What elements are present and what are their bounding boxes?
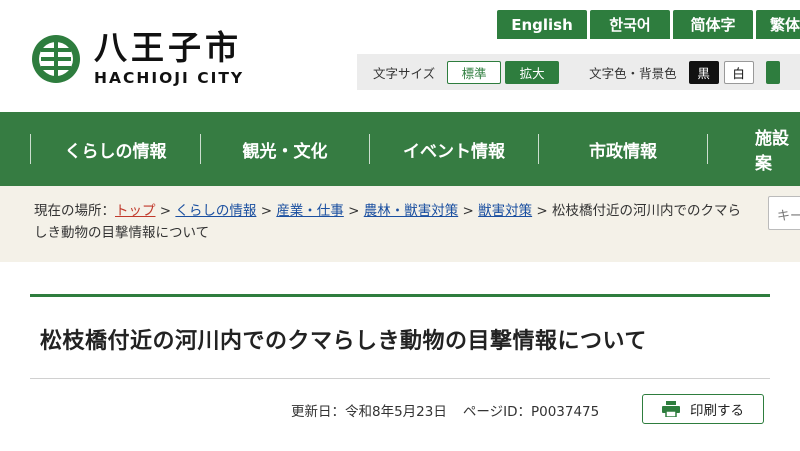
print-button[interactable]: 印刷する xyxy=(642,394,764,424)
nav-item-living[interactable]: くらしの情報 xyxy=(31,112,200,186)
breadcrumb-separator: > xyxy=(260,203,273,219)
breadcrumb-prefix: 現在の場所： xyxy=(34,203,115,219)
page-id: ページID：P0037475 xyxy=(462,404,600,420)
breadcrumb-separator: > xyxy=(159,203,172,219)
breadcrumb-link-industry[interactable]: 産業・仕事 xyxy=(276,203,344,219)
logo-english: HACHIOJI CITY xyxy=(94,69,245,87)
color-black-button[interactable]: 黒 xyxy=(688,60,719,84)
color-white-button[interactable]: 白 xyxy=(723,60,754,84)
breadcrumb-separator: > xyxy=(348,203,360,219)
accessibility-toolbar: 文字サイズ 標準 拡大 文字色・背景色 黒 白 xyxy=(357,54,800,90)
language-bar: English 한국어 简体字 繁体 xyxy=(497,10,800,39)
font-size-large-button[interactable]: 拡大 xyxy=(505,60,560,84)
breadcrumb: 現在の場所：トップ > くらしの情報 > 産業・仕事 > 農林・獣害対策 > 獣… xyxy=(34,200,749,244)
breadcrumb-link-wildlife-damage[interactable]: 獣害対策 xyxy=(478,203,532,219)
print-button-label: 印刷する xyxy=(690,403,744,419)
hachioji-emblem-icon xyxy=(32,35,80,83)
printer-icon xyxy=(662,401,680,417)
breadcrumb-link-agriculture[interactable]: 農林・獣害対策 xyxy=(364,203,459,219)
nav-item-facilities[interactable]: 施設案 xyxy=(708,112,800,186)
nav-item-tourism[interactable]: 観光・文化 xyxy=(201,112,369,186)
breadcrumb-link-living[interactable]: くらしの情報 xyxy=(175,203,256,219)
title-top-rule xyxy=(30,294,770,297)
title-bottom-rule xyxy=(30,378,770,379)
nav-item-city-admin[interactable]: 市政情報 xyxy=(539,112,707,186)
site-header: 八王子市 HACHIOJI CITY English 한국어 简体字 繁体 文字… xyxy=(0,0,800,112)
lang-korean-button[interactable]: 한국어 xyxy=(590,10,670,39)
breadcrumb-link-top[interactable]: トップ xyxy=(115,203,156,219)
page-meta: 更新日：令和8年5月23日 ページID：P0037475 xyxy=(291,400,599,420)
nav-item-events[interactable]: イベント情報 xyxy=(370,112,538,186)
lang-traditional-chinese-button[interactable]: 繁体 xyxy=(756,10,800,39)
font-size-standard-button[interactable]: 標準 xyxy=(447,60,502,84)
breadcrumb-separator: > xyxy=(462,203,474,219)
page-title: 松枝橋付近の河川内でのクマらしき動物の目撃情報について xyxy=(40,329,647,354)
color-green-button[interactable] xyxy=(765,60,780,84)
breadcrumb-separator: > xyxy=(536,203,548,219)
updated-date: 更新日：令和8年5月23日 xyxy=(291,404,447,420)
search-input[interactable]: キー xyxy=(768,196,800,230)
lang-english-button[interactable]: English xyxy=(497,10,587,39)
lang-simplified-chinese-button[interactable]: 简体字 xyxy=(673,10,753,39)
global-nav: くらしの情報 観光・文化 イベント情報 市政情報 施設案 xyxy=(0,112,800,186)
logo-japanese: 八王子市 xyxy=(94,28,242,67)
color-label: 文字色・背景色 xyxy=(589,65,677,81)
font-size-label: 文字サイズ xyxy=(373,65,436,81)
breadcrumb-bar: 現在の場所：トップ > くらしの情報 > 産業・仕事 > 農林・獣害対策 > 獣… xyxy=(0,186,800,262)
site-logo[interactable]: 八王子市 HACHIOJI CITY xyxy=(30,30,244,88)
